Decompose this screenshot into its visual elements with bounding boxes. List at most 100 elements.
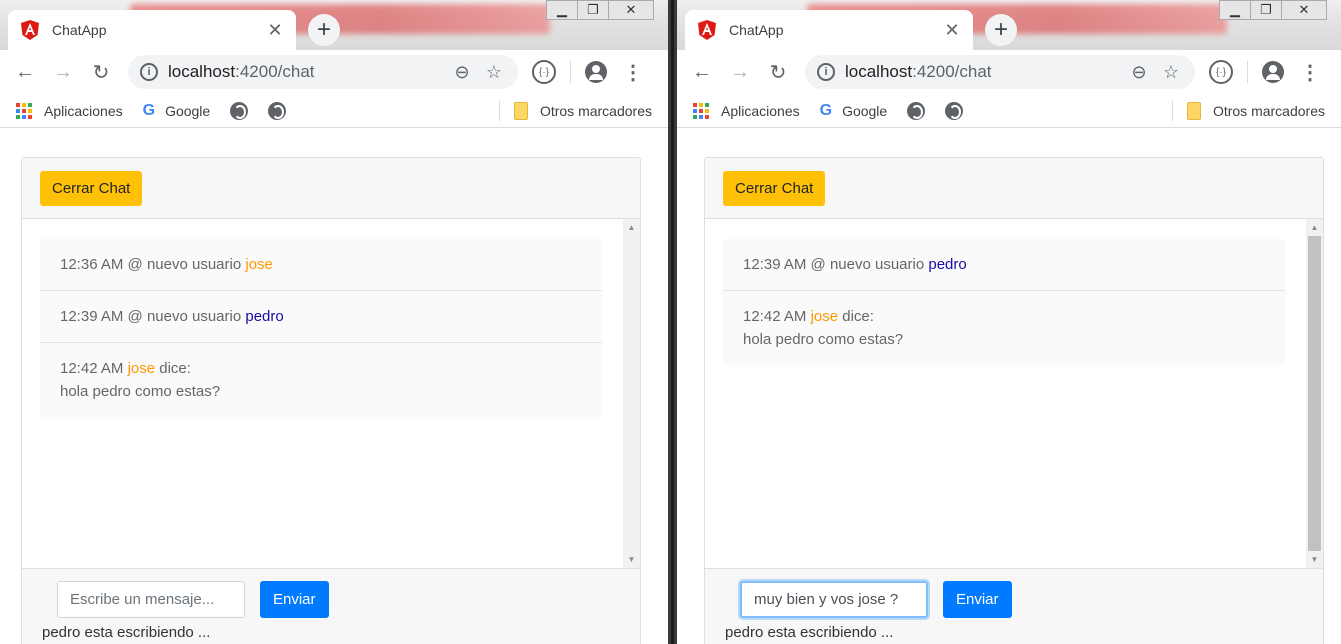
browser-toolbar: ← → ↻ i localhost:4200/chat ⊖ ☆ {·} ⋮ — [0, 50, 668, 94]
maximize-button[interactable]: ❐ — [577, 0, 609, 20]
bookmark-others[interactable]: Otros marcadores — [1186, 101, 1325, 120]
address-bar[interactable]: i localhost:4200/chat ⊖ ☆ — [805, 55, 1195, 89]
bookmark-separator — [498, 100, 500, 121]
browser-tab[interactable]: ChatApp ✕ — [685, 10, 973, 50]
apps-icon — [16, 102, 32, 119]
extension-icon[interactable]: {·} — [1209, 60, 1233, 84]
zoom-icon[interactable]: ⊖ — [450, 60, 474, 84]
close-icon[interactable]: ✕ — [266, 20, 284, 41]
message-time: 12:42 AM — [60, 360, 124, 377]
globe-icon[interactable] — [268, 101, 287, 120]
profile-icon[interactable] — [585, 61, 607, 83]
message-suffix: dice: — [838, 308, 874, 325]
message-input[interactable] — [57, 581, 245, 618]
url-text: localhost:4200/chat — [845, 62, 992, 81]
back-icon[interactable]: ← — [10, 57, 40, 87]
chat-messages: 12:36 AM @ nuevo usuario jose 12:39 AM @ … — [22, 219, 640, 568]
browser-window-right: ChatApp ✕ + ▁ ❐ ✕ ← → ↻ i localhost:4200… — [677, 0, 1341, 644]
message-username: pedro — [928, 256, 967, 273]
window-controls: ▁ ❐ ✕ — [1219, 0, 1327, 20]
window-close-button[interactable]: ✕ — [1281, 0, 1327, 20]
message-header: 12:42 AM jose dice: — [743, 305, 1265, 328]
bookmark-google[interactable]: G Google — [820, 102, 888, 120]
window-divider — [668, 0, 677, 644]
message-time: 12:39 AM — [60, 308, 124, 325]
extension-icon[interactable]: {·} — [532, 60, 556, 84]
message-header: 12:36 AM @ nuevo usuario jose — [60, 253, 582, 276]
minimize-button[interactable]: ▁ — [546, 0, 578, 20]
message-time: 12:36 AM — [60, 256, 124, 273]
message-form: Enviar — [42, 581, 640, 618]
scrollbar[interactable]: ▲ ▼ — [1306, 219, 1323, 568]
close-chat-button[interactable]: Cerrar Chat — [723, 171, 826, 206]
typing-status: pedro esta escribiendo ... — [725, 624, 894, 641]
chat-header: Cerrar Chat — [22, 158, 640, 219]
google-icon: G — [819, 101, 833, 119]
scroll-down-icon[interactable]: ▼ — [623, 551, 640, 568]
list-item: 12:39 AM @ nuevo usuario pedro — [40, 291, 602, 343]
bookmark-apps[interactable]: Aplicaciones — [693, 102, 800, 119]
scroll-down-icon[interactable]: ▼ — [1306, 551, 1323, 568]
bookmarks-bar: Aplicaciones G Google Otros marcadores — [0, 94, 668, 128]
message-time: 12:42 AM — [743, 308, 807, 325]
scroll-up-icon[interactable]: ▲ — [623, 219, 640, 236]
forward-icon[interactable]: → — [48, 57, 78, 87]
new-tab-icon[interactable]: + — [308, 14, 340, 46]
globe-icon[interactable] — [945, 101, 964, 120]
toolbar-separator — [1247, 61, 1248, 83]
message-text: hola pedro como estas? — [743, 331, 904, 348]
list-item: 12:42 AM jose dice: hola pedro como estas… — [723, 291, 1285, 365]
tab-title: ChatApp — [52, 22, 107, 38]
bookmark-others[interactable]: Otros marcadores — [513, 101, 652, 120]
profile-icon[interactable] — [1262, 61, 1284, 83]
folder-icon — [513, 101, 528, 120]
angular-icon — [697, 20, 717, 40]
menu-icon[interactable]: ⋮ — [621, 60, 645, 84]
reload-icon[interactable]: ↻ — [86, 57, 116, 87]
reload-icon[interactable]: ↻ — [763, 57, 793, 87]
minimize-button[interactable]: ▁ — [1219, 0, 1251, 20]
bookmark-label: Aplicaciones — [721, 102, 800, 119]
zoom-icon[interactable]: ⊖ — [1127, 60, 1151, 84]
google-icon: G — [142, 101, 156, 119]
globe-icon[interactable] — [907, 101, 926, 120]
page-content: Cerrar Chat 12:39 AM @ nuevo usuario ped… — [677, 129, 1341, 644]
typing-status: pedro esta escribiendo ... — [42, 624, 211, 641]
message-form: Enviar — [725, 581, 1323, 618]
send-button[interactable]: Enviar — [260, 581, 329, 618]
menu-icon[interactable]: ⋮ — [1298, 60, 1322, 84]
title-bar: ChatApp ✕ + ▁ ❐ ✕ — [677, 0, 1341, 50]
bookmark-google[interactable]: G Google — [143, 102, 211, 120]
send-button[interactable]: Enviar — [943, 581, 1012, 618]
list-item: 12:36 AM @ nuevo usuario jose — [40, 239, 602, 291]
message-input[interactable] — [740, 581, 928, 618]
address-bar[interactable]: i localhost:4200/chat ⊖ ☆ — [128, 55, 518, 89]
message-prefix: @ nuevo usuario — [806, 256, 929, 273]
new-tab-icon[interactable]: + — [985, 14, 1017, 46]
info-icon[interactable]: i — [817, 63, 835, 81]
title-bar: ChatApp ✕ + ▁ ❐ ✕ — [0, 0, 668, 50]
scrollbar-thumb[interactable] — [1308, 236, 1321, 551]
toolbar-separator — [570, 61, 571, 83]
message-username: jose — [245, 256, 273, 273]
browser-window-left: ChatApp ✕ + ▁ ❐ ✕ ← → ↻ i localhost:4200… — [0, 0, 668, 644]
globe-icon[interactable] — [230, 101, 249, 120]
bookmark-apps[interactable]: Aplicaciones — [16, 102, 123, 119]
forward-icon[interactable]: → — [725, 57, 755, 87]
window-controls: ▁ ❐ ✕ — [546, 0, 654, 20]
message-suffix: dice: — [155, 360, 191, 377]
star-icon[interactable]: ☆ — [1159, 60, 1183, 84]
scrollbar[interactable]: ▲ ▼ — [623, 219, 640, 568]
apps-icon — [693, 102, 709, 119]
chat-card: Cerrar Chat 12:36 AM @ nuevo usuario jos… — [21, 157, 641, 644]
info-icon[interactable]: i — [140, 63, 158, 81]
scroll-up-icon[interactable]: ▲ — [1306, 219, 1323, 236]
bookmark-label: Otros marcadores — [539, 102, 652, 119]
back-icon[interactable]: ← — [687, 57, 717, 87]
close-chat-button[interactable]: Cerrar Chat — [40, 171, 143, 206]
close-icon[interactable]: ✕ — [943, 20, 961, 41]
window-close-button[interactable]: ✕ — [608, 0, 654, 20]
browser-tab[interactable]: ChatApp ✕ — [8, 10, 296, 50]
maximize-button[interactable]: ❐ — [1250, 0, 1282, 20]
star-icon[interactable]: ☆ — [482, 60, 506, 84]
